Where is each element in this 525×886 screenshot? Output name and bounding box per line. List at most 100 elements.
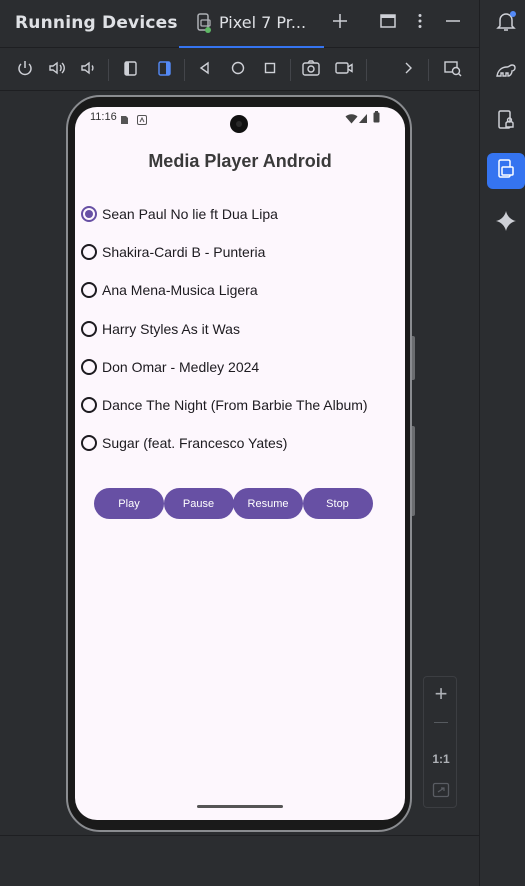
song-radio-option[interactable]: Harry Styles As it Was: [80, 310, 400, 348]
resume-button[interactable]: Resume: [233, 488, 303, 519]
toolbar-separator: [290, 59, 291, 81]
song-radio-option[interactable]: Ana Mena-Musica Ligera: [80, 271, 400, 309]
song-radio-group: Sean Paul No lie ft Dua Lipa Shakira-Card…: [80, 195, 400, 462]
window-layout-button[interactable]: [375, 10, 401, 36]
running-devices-icon: [494, 157, 518, 186]
rotate-right-button[interactable]: [152, 58, 176, 82]
right-tool-strip: [479, 0, 525, 886]
player-controls: Play Pause Resume Stop: [94, 488, 386, 520]
zoom-in-button[interactable]: +: [424, 681, 458, 707]
home-icon: [230, 60, 246, 81]
rotate-right-icon: [155, 59, 173, 82]
panel-title: Running Devices: [15, 13, 178, 33]
song-radio-option[interactable]: Shakira-Cardi B - Punteria: [80, 233, 400, 271]
song-label: Shakira-Cardi B - Punteria: [102, 244, 266, 261]
radio-button[interactable]: [81, 397, 97, 414]
power-button[interactable]: [13, 58, 37, 82]
battery-icon: [373, 110, 380, 128]
radio-button[interactable]: [81, 320, 97, 337]
running-devices-button[interactable]: [487, 153, 525, 189]
song-radio-option[interactable]: Sean Paul No lie ft Dua Lipa: [80, 195, 400, 233]
sim-card-icon: [120, 112, 129, 130]
screenshot-icon: [301, 59, 321, 82]
toolbar-separator: [366, 59, 367, 81]
cell-signal-icon: [358, 111, 368, 129]
song-label: Sugar (feat. Francesco Yates): [102, 435, 288, 452]
status-bar-time: 11:16: [90, 111, 117, 123]
more-vert-icon: [411, 12, 429, 35]
app-notification-icon: [137, 112, 147, 130]
song-radio-option[interactable]: Sugar (feat. Francesco Yates): [80, 424, 400, 462]
gemini-icon: [494, 209, 518, 238]
toolbar-separator: [108, 59, 109, 81]
more-options-button[interactable]: [407, 10, 433, 36]
window-layout-icon: [379, 12, 397, 35]
gradle-button[interactable]: [487, 54, 525, 90]
device-explorer-button[interactable]: [441, 58, 465, 82]
song-label: Don Omar - Medley 2024: [102, 358, 260, 375]
back-icon: [197, 60, 213, 81]
app-title: Media Player Android: [148, 151, 332, 171]
device-manager-icon: [494, 108, 518, 137]
stop-button[interactable]: Stop: [302, 488, 373, 519]
song-radio-option[interactable]: Dance The Night (From Barbie The Album): [80, 386, 400, 424]
minimize-icon: [444, 12, 462, 35]
device-screen[interactable]: 11:16 Media Player Android Sean Paul No …: [75, 107, 405, 820]
radio-button[interactable]: [81, 206, 97, 223]
toolbar-separator: [184, 59, 185, 81]
actual-size-button[interactable]: 1:1: [424, 752, 458, 766]
panel-header: Running Devices Pixel 7 Pr...: [0, 0, 479, 48]
volume-up-icon: [48, 59, 66, 82]
chevron-right-icon: [400, 60, 416, 81]
minimize-button[interactable]: [440, 10, 466, 36]
gesture-nav-bar[interactable]: [197, 805, 283, 808]
phone-device-icon: [195, 13, 213, 33]
plus-icon: [331, 12, 349, 35]
zoom-out-button[interactable]: —: [424, 713, 458, 729]
play-button[interactable]: Play: [94, 488, 164, 519]
screenshot-button[interactable]: [299, 58, 323, 82]
back-button[interactable]: [193, 58, 217, 82]
volume-down-icon: [79, 59, 97, 82]
front-camera: [230, 115, 248, 133]
rotate-left-icon: [121, 59, 139, 82]
song-label: Ana Mena-Musica Ligera: [102, 282, 258, 299]
device-explorer-icon: [443, 59, 463, 82]
volume-down-button[interactable]: [76, 58, 100, 82]
radio-button[interactable]: [81, 435, 97, 452]
device-toolbar: [0, 49, 479, 91]
device-frame: 11:16 Media Player Android Sean Paul No …: [66, 95, 412, 832]
overview-icon: [262, 60, 278, 81]
song-label: Harry Styles As it Was: [102, 320, 240, 337]
panel-divider: [0, 835, 479, 836]
rotate-left-button[interactable]: [118, 58, 142, 82]
overview-button[interactable]: [258, 58, 282, 82]
screen-record-icon: [334, 59, 354, 82]
gradle-icon: [494, 58, 518, 87]
tab-pixel-7[interactable]: Pixel 7 Pr...: [179, 0, 324, 48]
wifi-icon: [345, 111, 358, 129]
device-manager-button[interactable]: [487, 104, 525, 140]
zoom-controls: + — 1:1: [423, 676, 457, 808]
pause-button[interactable]: Pause: [163, 488, 234, 519]
song-label: Dance The Night (From Barbie The Album): [102, 397, 368, 414]
more-toolbar-button[interactable]: [396, 58, 420, 82]
gemini-button[interactable]: [487, 205, 525, 241]
radio-button[interactable]: [81, 358, 97, 375]
song-radio-option[interactable]: Don Omar - Medley 2024: [80, 348, 400, 386]
add-device-button[interactable]: [327, 10, 353, 36]
song-label: Sean Paul No lie ft Dua Lipa: [102, 206, 278, 223]
radio-button[interactable]: [81, 244, 97, 261]
screen-record-button[interactable]: [332, 58, 356, 82]
notifications-button[interactable]: [487, 5, 525, 41]
toolbar-separator: [428, 59, 429, 81]
running-devices-window: Running Devices Pixel 7 Pr... 11:16 Medi…: [0, 0, 525, 886]
notifications-icon: [494, 9, 518, 38]
fit-screen-button[interactable]: [424, 782, 458, 803]
fit-screen-icon: [432, 782, 450, 802]
home-button[interactable]: [226, 58, 250, 82]
volume-up-button[interactable]: [45, 58, 69, 82]
power-icon: [16, 59, 34, 82]
radio-button[interactable]: [81, 282, 97, 299]
device-tab-label: Pixel 7 Pr...: [219, 13, 307, 32]
